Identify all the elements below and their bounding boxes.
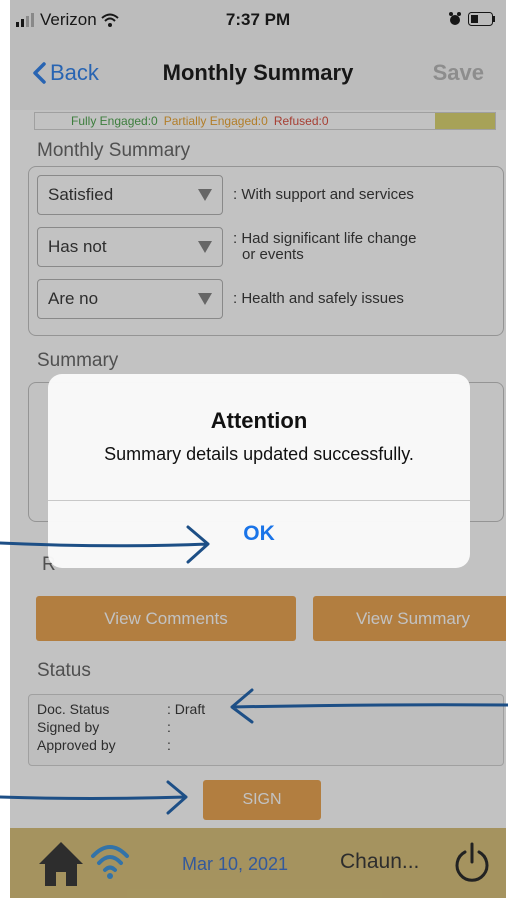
annotation-arrows <box>0 525 508 815</box>
arrow-to-ok-icon <box>0 525 210 564</box>
arrow-to-sign-icon <box>0 780 188 815</box>
arrow-to-draft-icon <box>230 688 508 724</box>
